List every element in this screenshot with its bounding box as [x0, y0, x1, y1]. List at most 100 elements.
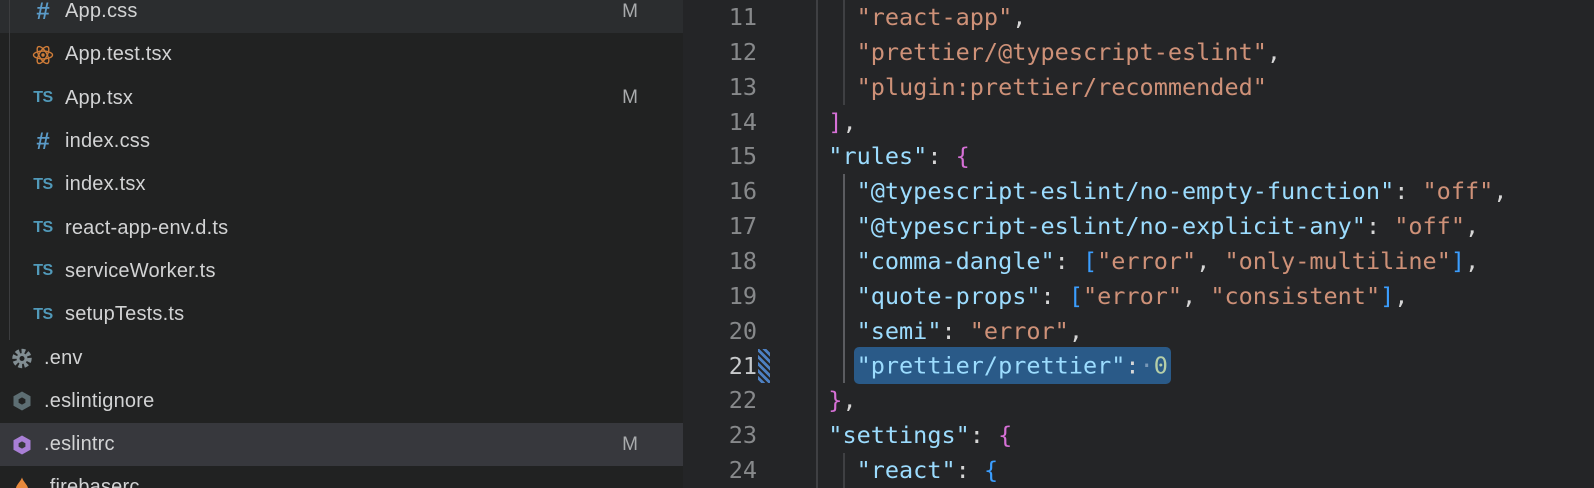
code-line-14[interactable]: ], [683, 105, 1594, 140]
code-line-23[interactable]: "settings": { [683, 418, 1594, 453]
vscode-window: #App.cssMApp.test.tsxTSApp.tsxM#index.cs… [0, 0, 1594, 488]
code-token: "quote-props" [857, 282, 1041, 310]
code-token: "@typescript-eslint/no-empty-function" [857, 177, 1395, 205]
file-label: setupTests.ts [65, 303, 184, 326]
file-label: .env [44, 347, 83, 370]
code-token: { [956, 142, 970, 170]
file-list: #App.cssMApp.test.tsxTSApp.tsxM#index.cs… [0, 0, 683, 488]
code-token [800, 282, 857, 310]
ts-icon: TS [31, 259, 55, 283]
file-row-index-css[interactable]: #index.css [0, 120, 683, 163]
code-token: "plugin:prettier/recommended" [857, 73, 1267, 101]
explorer-indent-guide [9, 0, 11, 340]
code-line-16[interactable]: "@typescript-eslint/no-empty-function": … [683, 174, 1594, 209]
ts-icon: TS [31, 173, 55, 197]
code-line-15[interactable]: "rules": { [683, 139, 1594, 174]
code-token: , [1394, 282, 1408, 310]
ts-icon: TS [31, 216, 55, 240]
code-line-12[interactable]: "prettier/@typescript-eslint", [683, 35, 1594, 70]
file-row-content: TS react-app-env.d.ts [0, 206, 683, 249]
code-token: : [1394, 177, 1422, 205]
file-row-react-app-env-d-ts[interactable]: TS react-app-env.d.ts [0, 206, 683, 249]
code-line-17[interactable]: "@typescript-eslint/no-explicit-any": "o… [683, 209, 1594, 244]
file-row-content: #index.css [0, 120, 683, 163]
file-row-app-css[interactable]: # App.css M [0, 0, 683, 33]
code-line-13[interactable]: "plugin:prettier/recommended" [683, 70, 1594, 105]
code-token: ] [828, 108, 842, 136]
code-token: , [1196, 247, 1224, 275]
file-label: index.css [65, 130, 150, 153]
code-token [800, 456, 857, 484]
code-token: "react" [857, 456, 956, 484]
file-label: App.tsx [65, 87, 133, 110]
code-token: { [998, 421, 1012, 449]
code-line-18[interactable]: "comma-dangle": ["error", "only-multilin… [683, 244, 1594, 279]
file-label: .eslintignore [44, 390, 154, 413]
file-row-content: .firebaserc [0, 466, 683, 488]
file-label: react-app-env.d.ts [65, 217, 228, 240]
code-token [942, 142, 956, 170]
code-token [800, 421, 828, 449]
code-token: : [1041, 282, 1069, 310]
code-token: "consistent" [1210, 282, 1380, 310]
file-row-content: # App.css M [0, 0, 683, 33]
file-row-content: .eslintignore [0, 380, 683, 423]
file-label: index.tsx [65, 173, 146, 196]
code-token: , [842, 108, 856, 136]
code-line-24[interactable]: "react": { [683, 453, 1594, 488]
code-token: "error" [1097, 247, 1196, 275]
code-token: [ [1069, 282, 1083, 310]
file-row-serviceworker-ts[interactable]: TS serviceWorker.ts [0, 250, 683, 293]
file-row-eslintignore[interactable]: .eslintignore [0, 380, 683, 423]
code-token [800, 73, 857, 101]
file-row-content: TS serviceWorker.ts [0, 250, 683, 293]
code-token: , [1182, 282, 1210, 310]
code-line-22[interactable]: }, [683, 383, 1594, 418]
code-token [800, 177, 857, 205]
code-token: { [984, 456, 998, 484]
code-line-19[interactable]: "quote-props": ["error", "consistent"], [683, 279, 1594, 314]
file-row-index-tsx[interactable]: TS index.tsx [0, 163, 683, 206]
file-row-firebaserc[interactable]: .firebaserc [0, 466, 683, 488]
code-token [800, 38, 857, 66]
ts-icon: TS [31, 303, 55, 327]
code-token: , [1069, 317, 1083, 345]
file-row-content: .env [0, 336, 683, 379]
file-row-app-test-tsx[interactable]: App.test.tsx [0, 33, 683, 76]
file-row-env[interactable]: .env [0, 336, 683, 379]
file-row-setuptests-ts[interactable]: TS setupTests.ts [0, 293, 683, 336]
code-token [800, 386, 828, 414]
file-label: App.css [65, 0, 138, 23]
code-token [800, 247, 857, 275]
code-token: } [828, 386, 842, 414]
git-modified-badge: M [622, 1, 638, 23]
code-line-20[interactable]: "semi": "error", [683, 314, 1594, 349]
code-token: : [970, 421, 984, 449]
file-label: serviceWorker.ts [65, 260, 216, 283]
eslint-purple-icon [10, 433, 34, 457]
git-modified-badge: M [622, 434, 638, 456]
file-row-content: .eslintrcM [0, 423, 683, 466]
code-token: , [1465, 247, 1479, 275]
file-row-eslintrc[interactable]: .eslintrcM [0, 423, 683, 466]
code-token: : [956, 456, 970, 484]
code-token: : [1366, 212, 1394, 240]
code-token [800, 142, 828, 170]
code-token: "only-multiline" [1224, 247, 1450, 275]
code-line-11[interactable]: "react-app", [683, 0, 1594, 35]
code-token: "error" [970, 317, 1069, 345]
code-token: "react-app" [857, 3, 1013, 31]
code-token: "rules" [828, 142, 927, 170]
code-token: [ [1083, 247, 1097, 275]
file-row-app-tsx[interactable]: TSApp.tsxM [0, 77, 683, 120]
code-token: ] [1451, 247, 1465, 275]
code-token: , [1493, 177, 1507, 205]
code-line-21[interactable]: "prettier/prettier":·0 [683, 349, 1594, 384]
text-selection-highlight: "prettier/prettier":·0 [854, 347, 1171, 384]
file-row-content: TS setupTests.ts [0, 293, 683, 336]
code-editor[interactable]: 1112131415161718192021222324 "react-app"… [683, 0, 1594, 488]
eslint-gray-icon [10, 389, 34, 413]
css-hash-icon: # [31, 0, 55, 24]
code-token [984, 421, 998, 449]
flame-icon [10, 476, 34, 488]
